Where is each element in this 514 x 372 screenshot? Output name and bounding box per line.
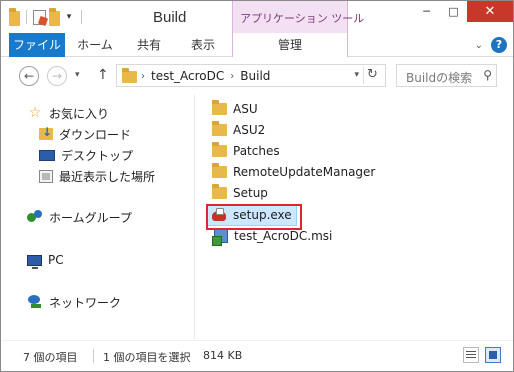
file-name: Patches	[233, 144, 280, 158]
file-name: test_AcroDC.msi	[234, 229, 333, 243]
navigation-pane: ☆ お気に入り ダウンロード デスクトップ 最近表示した場所 ホームグループ P…	[1, 95, 195, 339]
network-icon	[27, 295, 43, 309]
nav-item-homegroup[interactable]: ホームグループ	[27, 207, 132, 227]
search-input[interactable]: Buildの検索 ⚲	[396, 64, 497, 87]
item-count: 7 個の項目	[23, 351, 78, 364]
downloads-folder-icon	[39, 125, 53, 140]
nav-item-label: ダウンロード	[59, 127, 132, 142]
title-bar: ▾ アプリケーション ツール Build ─ □ ✕	[1, 1, 513, 33]
navigation-bar: ← → ▾ ↑ › test_AcroDC › Build ▾ ↻ Buildの…	[1, 58, 513, 94]
nav-item-recent[interactable]: 最近表示した場所	[39, 166, 155, 186]
up-button[interactable]: ↑	[97, 67, 109, 83]
star-icon: ☆	[28, 105, 42, 121]
folder-icon	[122, 68, 137, 83]
status-bar: 7 個の項目 1 個の項目を選択 814 KB	[1, 340, 513, 371]
search-placeholder: Buildの検索	[406, 71, 473, 85]
forward-button[interactable]: →	[47, 66, 67, 86]
close-button[interactable]: ✕	[467, 1, 513, 22]
list-item-selected[interactable]: setup.exe	[206, 204, 297, 226]
pc-icon	[27, 254, 42, 269]
file-name: Setup	[233, 186, 268, 200]
recent-places-icon	[39, 169, 53, 183]
refresh-icon[interactable]: ↻	[363, 67, 381, 84]
nav-item-label: PC	[48, 253, 64, 267]
selection-size: 814 KB	[203, 349, 243, 362]
nav-item-label: ネットワーク	[49, 295, 122, 310]
large-icons-view-icon[interactable]	[485, 347, 501, 363]
view-switcher	[463, 347, 501, 363]
file-name: ASU2	[233, 123, 266, 137]
list-item[interactable]: Patches	[212, 141, 280, 161]
list-item[interactable]: ASU2	[212, 120, 265, 140]
ribbon-right-controls: ⌄ ?	[475, 37, 507, 53]
homegroup-icon	[27, 210, 43, 224]
breadcrumb-item[interactable]: test_AcroDC	[151, 69, 224, 83]
file-name: RemoteUpdateManager	[233, 165, 376, 179]
tab-view[interactable]: 表示	[181, 33, 225, 57]
window-controls: ─ □ ✕	[413, 1, 513, 23]
recent-locations-icon[interactable]: ▾	[75, 70, 80, 80]
expand-ribbon-icon[interactable]: ⌄	[475, 40, 483, 51]
nav-item-favorites[interactable]: ☆ お気に入り	[27, 103, 109, 123]
breadcrumb: › test_AcroDC › Build	[141, 69, 270, 83]
installer-exe-icon	[211, 208, 227, 222]
nav-item-label: ホームグループ	[49, 210, 132, 225]
ribbon-tabs: ファイル ホーム 共有 表示 管理 ⌄ ?	[1, 33, 513, 57]
folder-icon	[212, 100, 227, 115]
folder-icon	[9, 7, 20, 26]
context-tab-title: アプリケーション ツール	[240, 12, 365, 25]
chevron-right-icon[interactable]: ›	[141, 71, 145, 82]
qat-divider	[81, 10, 82, 24]
minimize-button[interactable]: ─	[413, 1, 440, 22]
address-dropdown-icon[interactable]: ▾	[354, 70, 359, 80]
details-view-icon[interactable]	[463, 347, 479, 363]
nav-item-label: デスクトップ	[61, 148, 134, 163]
address-bar[interactable]: › test_AcroDC › Build ▾ ↻	[116, 64, 386, 87]
qat-divider	[26, 10, 27, 24]
explorer-window: ▾ アプリケーション ツール Build ─ □ ✕ ファイル ホーム 共有 表…	[0, 0, 514, 372]
selection-count: 1 個の項目を選択	[103, 351, 191, 364]
folder-icon	[212, 163, 227, 178]
quick-access-toolbar: ▾	[9, 7, 85, 27]
qat-dropdown-icon[interactable]: ▾	[63, 12, 75, 22]
status-divider	[93, 349, 94, 363]
file-name: ASU	[233, 102, 258, 116]
new-folder-icon[interactable]	[49, 7, 60, 26]
maximize-button[interactable]: □	[440, 1, 467, 22]
properties-icon[interactable]	[33, 9, 46, 25]
folder-icon	[212, 142, 227, 157]
tab-share[interactable]: 共有	[131, 33, 167, 57]
window-title: Build	[153, 9, 187, 26]
context-tab-header: アプリケーション ツール	[232, 1, 364, 33]
list-item[interactable]: RemoteUpdateManager	[212, 162, 375, 182]
chevron-right-icon[interactable]: ›	[230, 71, 234, 82]
tab-file[interactable]: ファイル	[9, 33, 65, 57]
folder-icon	[212, 121, 227, 136]
list-item[interactable]: ASU	[212, 99, 258, 119]
search-icon[interactable]: ⚲	[483, 68, 492, 82]
nav-item-network[interactable]: ネットワーク	[27, 292, 121, 312]
tab-home[interactable]: ホーム	[73, 33, 117, 57]
nav-item-downloads[interactable]: ダウンロード	[39, 124, 131, 144]
help-icon[interactable]: ?	[491, 37, 507, 53]
nav-item-label: お気に入り	[49, 106, 110, 121]
list-item[interactable]: Setup	[212, 183, 268, 203]
msi-package-icon	[212, 228, 228, 246]
breadcrumb-item[interactable]: Build	[240, 69, 270, 83]
list-item[interactable]: test_AcroDC.msi	[212, 226, 332, 246]
desktop-icon	[39, 149, 55, 161]
tab-manage[interactable]: 管理	[232, 33, 348, 57]
file-name: setup.exe	[233, 208, 292, 222]
nav-item-pc[interactable]: PC	[27, 250, 64, 270]
nav-item-label: 最近表示した場所	[59, 169, 156, 184]
nav-item-desktop[interactable]: デスクトップ	[39, 145, 133, 165]
folder-icon	[212, 184, 227, 199]
back-button[interactable]: ←	[19, 66, 39, 86]
file-list: ASU ASU2 Patches RemoteUpdateManager Set…	[196, 95, 513, 339]
